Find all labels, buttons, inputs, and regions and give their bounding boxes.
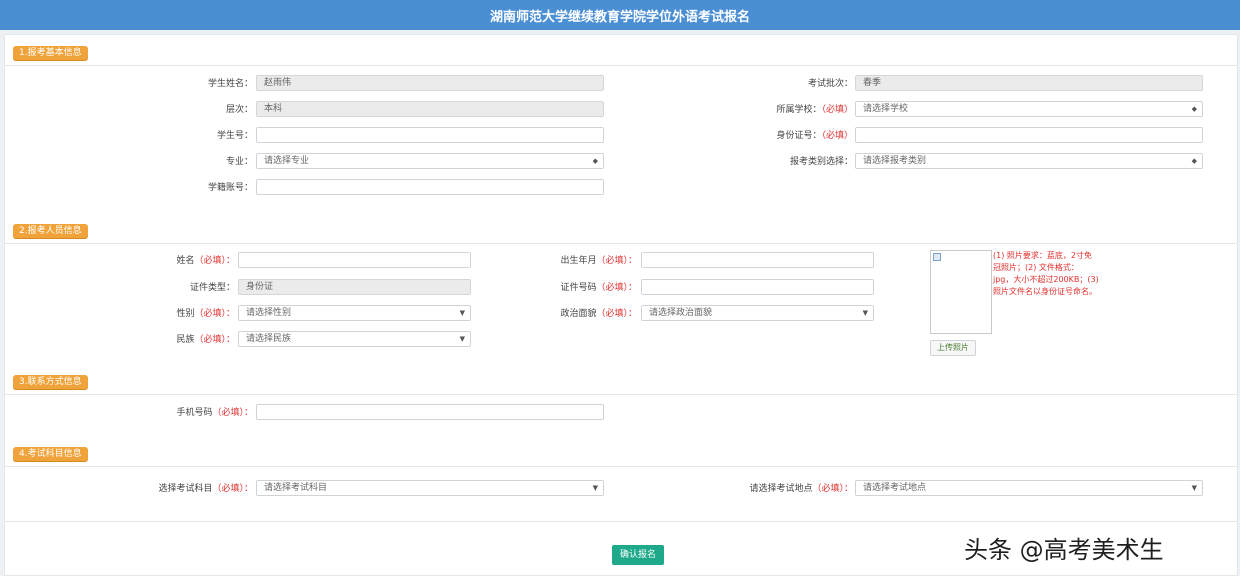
phone-input[interactable] bbox=[256, 404, 604, 420]
upload-photo-button[interactable]: 上传照片 bbox=[930, 340, 976, 356]
birth-label: 出生年月（必填）： bbox=[560, 256, 637, 266]
id-input[interactable] bbox=[855, 127, 1203, 143]
category-select[interactable]: 请选择报考类别 ◆ bbox=[855, 153, 1203, 169]
surname-label: 姓名（必填）： bbox=[176, 256, 235, 266]
student-name-label: 学生姓名： bbox=[207, 79, 253, 89]
subject-label: 选择考试科目（必填）： bbox=[158, 484, 253, 494]
gender-label: 性别（必填）： bbox=[176, 309, 235, 319]
photo-preview bbox=[930, 250, 992, 334]
section-divider bbox=[5, 65, 1237, 66]
chevron-down-icon: ▼ bbox=[459, 335, 465, 343]
account-label: 学籍账号： bbox=[207, 183, 253, 193]
section-contact-tag: 3.联系方式信息 bbox=[13, 375, 88, 389]
chevron-down-icon: ◆ bbox=[1191, 105, 1197, 113]
gender-select[interactable]: 请选择性别 ▼ bbox=[238, 305, 471, 321]
chevron-down-icon: ▼ bbox=[459, 309, 465, 317]
ethnic-label: 民族（必填）： bbox=[176, 335, 235, 345]
student-no-input[interactable] bbox=[256, 127, 604, 143]
chevron-down-icon: ◆ bbox=[1191, 157, 1197, 165]
image-icon bbox=[933, 253, 941, 261]
school-label: 所属学校：（必填） bbox=[776, 105, 853, 115]
account-input[interactable] bbox=[256, 179, 604, 195]
subject-select[interactable]: 请选择考试科目 ▼ bbox=[256, 480, 604, 496]
site-label: 请选择考试地点（必填）： bbox=[749, 484, 853, 494]
student-no-label: 学生号： bbox=[216, 131, 253, 141]
section-divider bbox=[5, 466, 1237, 467]
batch-label: 考试批次： bbox=[807, 79, 853, 89]
major-label: 专业： bbox=[225, 157, 253, 167]
section-divider bbox=[5, 394, 1237, 395]
idtype-label: 证件类型： bbox=[189, 283, 235, 293]
level-label: 层次： bbox=[225, 105, 253, 115]
batch-field: 春季 bbox=[855, 75, 1203, 91]
major-select[interactable]: 请选择专业 ◆ bbox=[256, 153, 604, 169]
id-label: 身份证号：（必填） bbox=[776, 131, 853, 141]
chevron-down-icon: ▼ bbox=[1191, 484, 1197, 492]
section-exam-tag: 4.考试科目信息 bbox=[13, 447, 88, 461]
chevron-down-icon: ▼ bbox=[862, 309, 868, 317]
category-label: 报考类别选择： bbox=[789, 157, 853, 167]
surname-input[interactable] bbox=[238, 252, 471, 268]
idno-label: 证件号码（必填）： bbox=[560, 283, 637, 293]
section-basic-tag: 1.报考基本信息 bbox=[13, 46, 88, 60]
submit-button[interactable]: 确认报名 bbox=[612, 545, 664, 565]
political-select[interactable]: 请选择政治面貌 ▼ bbox=[641, 305, 874, 321]
idtype-field: 身份证 bbox=[238, 279, 471, 295]
page-header: 湖南师范大学继续教育学院学位外语考试报名 bbox=[0, 0, 1240, 30]
birth-input[interactable] bbox=[641, 252, 874, 268]
photo-requirements-note: (1) 照片要求：蓝底，2寸免冠照片；(2) 文件格式：jpg，大小不超过200… bbox=[993, 251, 1099, 296]
chevron-down-icon: ◆ bbox=[592, 157, 598, 165]
school-select[interactable]: 请选择学校 ◆ bbox=[855, 101, 1203, 117]
watermark: 头条 @高考美术生 bbox=[964, 536, 1164, 564]
ethnic-select[interactable]: 请选择民族 ▼ bbox=[238, 331, 471, 347]
phone-label: 手机号码（必填）： bbox=[176, 408, 253, 418]
section-divider bbox=[5, 521, 1237, 522]
idno-input[interactable] bbox=[641, 279, 874, 295]
section-personal-tag: 2.报考人员信息 bbox=[13, 224, 88, 238]
section-divider bbox=[5, 243, 1237, 244]
chevron-down-icon: ▼ bbox=[592, 484, 598, 492]
level-field: 本科 bbox=[256, 101, 604, 117]
political-label: 政治面貌（必填）： bbox=[560, 309, 637, 319]
page-title: 湖南师范大学继续教育学院学位外语考试报名 bbox=[489, 9, 750, 25]
site-select[interactable]: 请选择考试地点 ▼ bbox=[855, 480, 1203, 496]
student-name-field: 赵雨伟 bbox=[256, 75, 604, 91]
